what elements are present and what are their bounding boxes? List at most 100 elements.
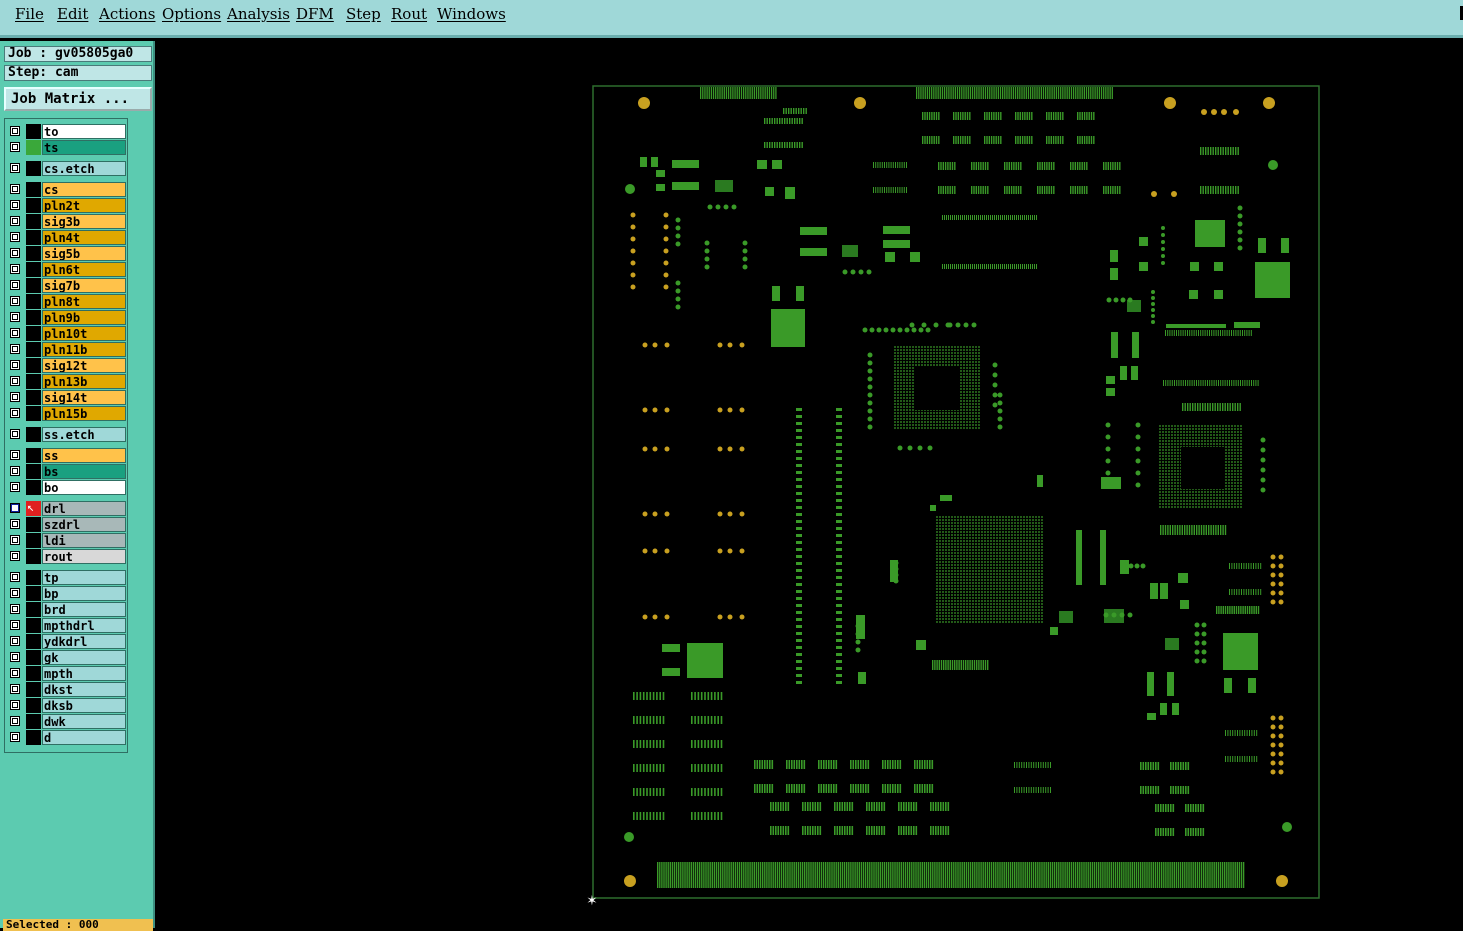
layer-name[interactable]: pln8t xyxy=(42,294,126,309)
layer-row-pln2t[interactable]: pln2t xyxy=(8,198,126,213)
menu-edit[interactable]: Edit xyxy=(57,5,88,23)
layer-visibility-checkbox[interactable] xyxy=(10,519,20,529)
layer-row-ts[interactable]: ts xyxy=(8,140,126,155)
layer-color-swatch[interactable] xyxy=(26,390,41,405)
layer-name[interactable]: to xyxy=(42,124,126,139)
job-matrix-button[interactable]: Job Matrix ... xyxy=(4,87,152,111)
menu-dfm[interactable]: DFM xyxy=(296,5,334,23)
layer-row-ss[interactable]: ss xyxy=(8,448,126,463)
layer-name[interactable]: pln6t xyxy=(42,262,126,277)
layer-name[interactable]: bp xyxy=(42,586,126,601)
layer-visibility-checkbox[interactable] xyxy=(10,668,20,678)
menu-actions[interactable]: Actions xyxy=(99,5,155,23)
layer-color-swatch[interactable] xyxy=(26,618,41,633)
layer-row-szdrl[interactable]: szdrl xyxy=(8,517,126,532)
layer-visibility-checkbox[interactable] xyxy=(10,620,20,630)
layer-visibility-checkbox[interactable] xyxy=(10,551,20,561)
layer-row-ydkdrl[interactable]: ydkdrl xyxy=(8,634,126,649)
layer-name[interactable]: pln15b xyxy=(42,406,126,421)
layer-visibility-checkbox[interactable] xyxy=(10,200,20,210)
layer-name[interactable]: szdrl xyxy=(42,517,126,532)
layer-row-pln8t[interactable]: pln8t xyxy=(8,294,126,309)
layer-color-swatch[interactable] xyxy=(26,326,41,341)
layer-row-pln6t[interactable]: pln6t xyxy=(8,262,126,277)
layer-row-sig7b[interactable]: sig7b xyxy=(8,278,126,293)
layer-visibility-checkbox[interactable] xyxy=(10,450,20,460)
layer-visibility-checkbox[interactable] xyxy=(10,264,20,274)
layer-color-swatch[interactable] xyxy=(26,533,41,548)
layer-color-swatch[interactable] xyxy=(26,342,41,357)
layer-name[interactable]: sig3b xyxy=(42,214,126,229)
layer-visibility-checkbox[interactable] xyxy=(10,392,20,402)
layer-name[interactable]: bo xyxy=(42,480,126,495)
layer-name[interactable]: ydkdrl xyxy=(42,634,126,649)
menu-rout[interactable]: Rout xyxy=(391,5,427,23)
layer-color-swatch[interactable] xyxy=(26,666,41,681)
layer-name[interactable]: d xyxy=(42,730,126,745)
layer-visibility-checkbox[interactable] xyxy=(10,232,20,242)
layer-color-swatch[interactable] xyxy=(26,730,41,745)
layer-name[interactable]: cs xyxy=(42,182,126,197)
layer-name[interactable]: ldi xyxy=(42,533,126,548)
layer-visibility-checkbox[interactable] xyxy=(10,732,20,742)
layer-row-pln15b[interactable]: pln15b xyxy=(8,406,126,421)
layer-visibility-checkbox[interactable] xyxy=(10,503,20,513)
layer-color-swatch[interactable] xyxy=(26,517,41,532)
layer-color-swatch[interactable] xyxy=(26,682,41,697)
layer-color-swatch[interactable] xyxy=(26,634,41,649)
layer-visibility-checkbox[interactable] xyxy=(10,466,20,476)
layer-row-bo[interactable]: bo xyxy=(8,480,126,495)
layer-visibility-checkbox[interactable] xyxy=(10,535,20,545)
layer-visibility-checkbox[interactable] xyxy=(10,184,20,194)
layer-name[interactable]: ss xyxy=(42,448,126,463)
menu-windows[interactable]: Windows xyxy=(437,5,506,23)
layer-color-swatch[interactable] xyxy=(26,549,41,564)
layer-visibility-checkbox[interactable] xyxy=(10,588,20,598)
layer-row-brd[interactable]: brd xyxy=(8,602,126,617)
layer-visibility-checkbox[interactable] xyxy=(10,328,20,338)
layer-visibility-checkbox[interactable] xyxy=(10,716,20,726)
layer-name[interactable]: pln13b xyxy=(42,374,126,389)
layer-visibility-checkbox[interactable] xyxy=(10,142,20,152)
layer-row-dksb[interactable]: dksb xyxy=(8,698,126,713)
menu-options[interactable]: Options xyxy=(162,5,221,23)
layer-color-swatch[interactable] xyxy=(26,586,41,601)
layer-row-pln11b[interactable]: pln11b xyxy=(8,342,126,357)
layer-row-sig14t[interactable]: sig14t xyxy=(8,390,126,405)
layer-row-drl[interactable]: drl xyxy=(8,500,126,516)
layer-row-bp[interactable]: bp xyxy=(8,586,126,601)
layer-row-tp[interactable]: tp xyxy=(8,570,126,585)
layer-visibility-checkbox[interactable] xyxy=(10,429,20,439)
layer-color-swatch[interactable] xyxy=(26,448,41,463)
layer-color-swatch[interactable] xyxy=(26,214,41,229)
layer-row-sig12t[interactable]: sig12t xyxy=(8,358,126,373)
layer-row-sig5b[interactable]: sig5b xyxy=(8,246,126,261)
layer-visibility-checkbox[interactable] xyxy=(10,163,20,173)
layer-color-swatch[interactable] xyxy=(26,278,41,293)
layer-name[interactable]: dwk xyxy=(42,714,126,729)
layer-color-swatch[interactable] xyxy=(26,230,41,245)
layer-visibility-checkbox[interactable] xyxy=(10,652,20,662)
layer-row-dwk[interactable]: dwk xyxy=(8,714,126,729)
layer-color-swatch[interactable] xyxy=(26,698,41,713)
layer-visibility-checkbox[interactable] xyxy=(10,248,20,258)
layer-row-ss-etch[interactable]: ss.etch xyxy=(8,427,126,442)
layer-visibility-checkbox[interactable] xyxy=(10,636,20,646)
layer-name[interactable]: pln9b xyxy=(42,310,126,325)
layer-row-to[interactable]: to xyxy=(8,124,126,139)
layer-color-swatch[interactable] xyxy=(26,406,41,421)
layer-color-swatch[interactable] xyxy=(26,140,41,155)
layer-visibility-checkbox[interactable] xyxy=(10,312,20,322)
layer-color-swatch[interactable] xyxy=(26,198,41,213)
layer-name[interactable]: gk xyxy=(42,650,126,665)
layer-color-swatch[interactable] xyxy=(26,714,41,729)
layer-row-sig3b[interactable]: sig3b xyxy=(8,214,126,229)
layer-color-swatch[interactable] xyxy=(26,262,41,277)
layer-name[interactable]: sig5b xyxy=(42,246,126,261)
layer-color-swatch[interactable] xyxy=(26,464,41,479)
layer-name[interactable]: bs xyxy=(42,464,126,479)
layer-name[interactable]: drl xyxy=(42,501,126,516)
graphics-canvas[interactable]: ✶ xyxy=(157,41,1463,928)
layer-visibility-checkbox[interactable] xyxy=(10,280,20,290)
layer-name[interactable]: mpthdrl xyxy=(42,618,126,633)
